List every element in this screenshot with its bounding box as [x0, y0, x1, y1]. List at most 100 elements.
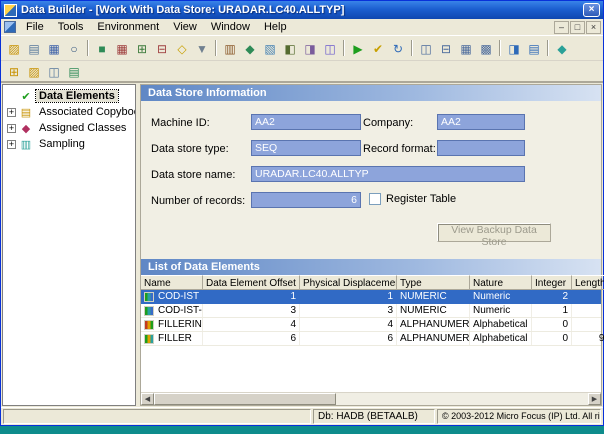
data-element-icon: [144, 306, 154, 316]
copybook-icon[interactable]: ▥: [220, 39, 240, 58]
cell-integer: 1: [532, 304, 572, 317]
cell-name: COD-IST-1: [158, 305, 203, 316]
table-row[interactable]: COD-IST-1 3 3 NUMERIC Numeric 1 1: [141, 304, 601, 318]
statusbar: Db: HADB (BETAALB) © 2003-2012 Micro Foc…: [1, 407, 603, 425]
column-header-name[interactable]: Name: [141, 275, 203, 290]
table-empty-area: [141, 346, 601, 392]
toolbar-separator: [411, 40, 413, 56]
checkbox-icon[interactable]: [369, 193, 381, 205]
datastore-icon[interactable]: ■: [92, 39, 112, 58]
expand-icon[interactable]: +: [7, 140, 16, 149]
scroll-left-icon[interactable]: ◀: [141, 393, 154, 405]
classes-icon[interactable]: ◆: [240, 39, 260, 58]
cell-displacement: 1: [300, 290, 397, 303]
tree-item-label: Assigned Classes: [36, 122, 129, 134]
column-header-label: Data Element Offset: [206, 278, 296, 289]
scrollbar-track[interactable]: [154, 393, 588, 405]
copy-icon[interactable]: ◫: [44, 62, 64, 81]
number-of-records-field[interactable]: 6: [251, 192, 361, 208]
print-icon[interactable]: ▤: [24, 39, 44, 58]
cell-nature: Alphabetical: [470, 332, 532, 345]
export-icon[interactable]: ◨: [300, 39, 320, 58]
menu-window[interactable]: Window: [204, 20, 257, 34]
tree-item-assigned-classes[interactable]: + ◆ Assigned Classes: [3, 120, 135, 136]
expand-icon[interactable]: +: [7, 108, 16, 117]
refresh-icon[interactable]: ↻: [388, 39, 408, 58]
cell-nature: Numeric: [470, 304, 532, 317]
menu-tools[interactable]: Tools: [51, 20, 91, 34]
mdi-restore-button[interactable]: □: [570, 21, 585, 34]
table-row[interactable]: FILLERINO 4 4 ALPHANUMERIC Alphabetical …: [141, 318, 601, 332]
window-title: Data Builder - [Work With Data Store: UR…: [21, 4, 583, 16]
column-header-data-element-offset[interactable]: Data Element Offset ▲: [203, 275, 300, 290]
menu-view[interactable]: View: [166, 20, 204, 34]
column-header-physical-displacement[interactable]: Physical Displacement: [300, 275, 397, 290]
details-icon[interactable]: ▤: [524, 39, 544, 58]
search-icon[interactable]: ○: [64, 39, 84, 58]
machine-id-field[interactable]: AA2: [251, 114, 361, 130]
table-icon[interactable]: ▦: [112, 39, 132, 58]
column-header-nature[interactable]: Nature: [470, 275, 532, 290]
new-item-icon[interactable]: ⊞: [4, 62, 24, 81]
columns-icon[interactable]: ◨: [504, 39, 524, 58]
copybook-icon: ▤: [19, 106, 33, 119]
cell-displacement: 4: [300, 318, 397, 331]
mdi-close-button[interactable]: ×: [586, 21, 601, 34]
screen: Data Builder - [Work With Data Store: UR…: [0, 0, 604, 434]
scrollbar-thumb[interactable]: [154, 393, 336, 405]
cell-type: ALPHANUMERIC: [397, 332, 470, 345]
split-vertical-icon[interactable]: ⊟: [436, 39, 456, 58]
horizontal-scrollbar[interactable]: ◀ ▶: [141, 392, 601, 405]
company-field[interactable]: AA2: [437, 114, 525, 130]
open-data-store-icon[interactable]: ▨: [4, 39, 24, 58]
import-icon[interactable]: ◧: [280, 39, 300, 58]
scroll-right-icon[interactable]: ▶: [588, 393, 601, 405]
data-element-icon: [144, 334, 154, 344]
menu-file[interactable]: File: [19, 20, 51, 34]
tree-item-associated-copybook[interactable]: + ▤ Associated Copybook: [3, 104, 135, 120]
data-store-type-label: Data store type:: [151, 143, 229, 155]
close-button[interactable]: ×: [583, 3, 600, 17]
cell-displacement: 6: [300, 332, 397, 345]
menu-environment[interactable]: Environment: [90, 20, 166, 34]
run-icon[interactable]: ▶: [348, 39, 368, 58]
mdi-minimize-button[interactable]: –: [554, 21, 569, 34]
cascade-windows-icon[interactable]: ▩: [476, 39, 496, 58]
report-icon[interactable]: ▤: [64, 62, 84, 81]
toolbar-separator: [343, 40, 345, 56]
view-backup-data-store-button[interactable]: View Backup Data Store: [437, 223, 551, 242]
compare-icon[interactable]: ◫: [320, 39, 340, 58]
column-header-integer[interactable]: Integer: [532, 275, 572, 290]
menubar: File Tools Environment View Window Help …: [1, 19, 603, 36]
table-row[interactable]: COD-IST 1 1 NUMERIC Numeric 2 2: [141, 290, 601, 304]
table-row[interactable]: FILLER 6 6 ALPHANUMERIC Alphabetical 0 9…: [141, 332, 601, 346]
tile-windows-icon[interactable]: ▦: [456, 39, 476, 58]
column-header-length[interactable]: Length: [572, 275, 604, 290]
validate-icon[interactable]: ✔: [368, 39, 388, 58]
diamond-icon[interactable]: ◆: [552, 39, 572, 58]
data-store-name-field[interactable]: URADAR.LC40.ALLTYP: [251, 166, 525, 182]
expand-icon[interactable]: +: [7, 124, 16, 133]
cell-length: 2: [572, 318, 604, 331]
filter-icon[interactable]: ▼: [192, 39, 212, 58]
key-icon[interactable]: ◇: [172, 39, 192, 58]
cell-displacement: 3: [300, 304, 397, 317]
data-store-name-label: Data store name:: [151, 169, 235, 181]
cell-integer: 0: [532, 318, 572, 331]
tree-item-data-elements[interactable]: ✔ Data Elements: [3, 88, 135, 104]
delete-element-icon[interactable]: ⊟: [152, 39, 172, 58]
cell-type: ALPHANUMERIC: [397, 318, 470, 331]
folder-icon[interactable]: ▨: [24, 62, 44, 81]
record-format-field[interactable]: [437, 140, 525, 156]
register-table-checkbox[interactable]: Register Table: [369, 193, 456, 205]
menu-help[interactable]: Help: [257, 20, 294, 34]
cell-length: 1: [572, 304, 604, 317]
data-store-type-field[interactable]: SEQ: [251, 140, 361, 156]
add-element-icon[interactable]: ⊞: [132, 39, 152, 58]
column-header-type[interactable]: Type: [397, 275, 470, 290]
tree-item-sampling[interactable]: + ▥ Sampling: [3, 136, 135, 152]
split-horizontal-icon[interactable]: ◫: [416, 39, 436, 58]
save-icon[interactable]: ▦: [44, 39, 64, 58]
sampling-icon[interactable]: ▧: [260, 39, 280, 58]
cell-name: COD-IST: [158, 291, 199, 302]
